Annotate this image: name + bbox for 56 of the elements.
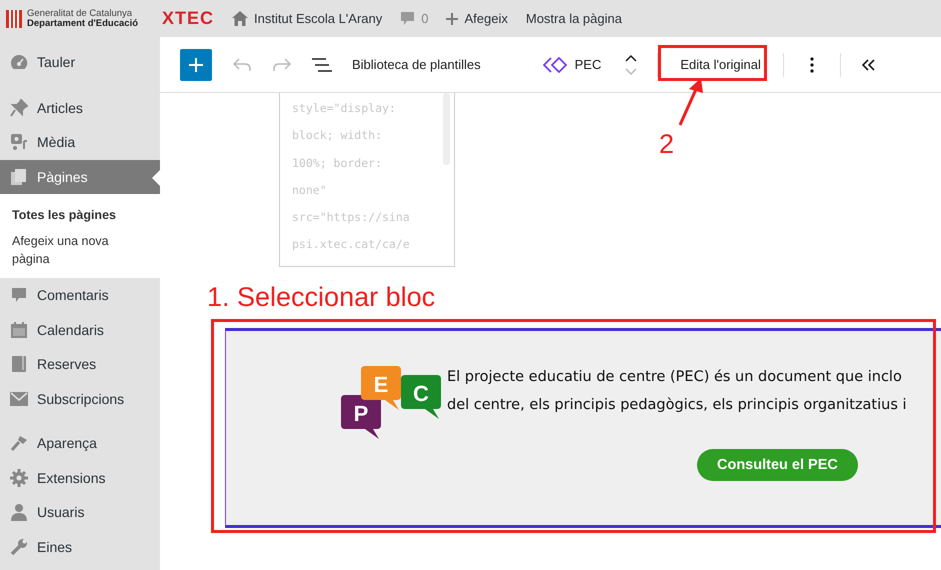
sidebar-item[interactable]: Articles [0, 90, 160, 125]
add-block-button[interactable] [180, 48, 212, 80]
calendar-icon [10, 320, 28, 339]
sidebar-item[interactable]: Tauler [0, 45, 160, 80]
brand-logo[interactable]: XTEC [162, 8, 214, 29]
templates-button[interactable]: Biblioteca de plantilles [342, 51, 491, 78]
user-icon [11, 503, 27, 522]
home-icon [232, 11, 248, 26]
diamonds-icon [542, 56, 567, 72]
add-new-link[interactable]: Afegeix [446, 11, 508, 26]
annotation-label: 1. Seleccionar bloc [207, 282, 436, 313]
sidebar-item[interactable]: Aparença [0, 426, 160, 460]
book-icon [11, 355, 27, 374]
plus-icon [189, 58, 203, 72]
edit-original-button[interactable]: Edita l'original [670, 51, 771, 78]
sidebar-item[interactable]: Reserves [0, 347, 160, 382]
sidebar-item[interactable]: Calendaris [0, 312, 160, 347]
sidebar-item[interactable]: Usuaris [0, 495, 160, 530]
comment-icon [11, 287, 27, 304]
organization-name: Generalitat de Catalunya [27, 8, 134, 18]
redo-icon [273, 58, 291, 72]
more-options-icon [810, 56, 814, 72]
site-link[interactable]: Institut Escola L'Arany [232, 11, 382, 26]
plus-icon [446, 12, 458, 24]
wrench-icon [10, 538, 28, 556]
gear-icon [10, 468, 28, 487]
block-switcher[interactable]: PEC [536, 56, 608, 74]
annotation-number: 2 [659, 129, 674, 160]
view-page-link[interactable]: Mostra la pàgina [526, 11, 622, 26]
sidebar-item[interactable]: Comentaris [0, 278, 160, 312]
sidebar-item[interactable]: Eines [0, 530, 160, 564]
description-line: del centre, els principis pedagògics, els principis organitzatius i [447, 396, 907, 415]
undo-icon [233, 58, 251, 72]
description-line: El projecte educatiu de centre (PEC) és un document que inclo [447, 368, 903, 387]
pin-icon [10, 98, 28, 117]
sidebar-item[interactable]: Mèdia [0, 125, 160, 160]
pages-icon [10, 168, 28, 186]
move-down-icon[interactable] [625, 68, 638, 76]
brush-icon [10, 434, 28, 452]
submenu-item[interactable]: Afegeix una nova pàgina [0, 228, 160, 272]
move-up-icon[interactable] [625, 54, 638, 62]
sidebar-item[interactable]: Pàgines [0, 160, 160, 194]
submenu-item[interactable]: Totes les pàgines [0, 202, 160, 228]
department-name: Departament d'Educació [27, 18, 138, 28]
scrollbar-thumb[interactable] [443, 93, 450, 165]
speech-bubble: C [401, 375, 441, 419]
comment-icon [400, 11, 416, 26]
current-pointer [152, 170, 160, 186]
gauge-icon [10, 54, 28, 70]
flag-logo-icon [6, 10, 22, 28]
list-view-icon [312, 58, 332, 72]
mail-icon [10, 392, 28, 406]
media-icon [10, 133, 28, 152]
double-chevron-left-icon [862, 58, 876, 70]
sidebar-item[interactable]: Extensions [0, 460, 160, 495]
sidebar-item[interactable]: Subscripcions [0, 382, 160, 416]
